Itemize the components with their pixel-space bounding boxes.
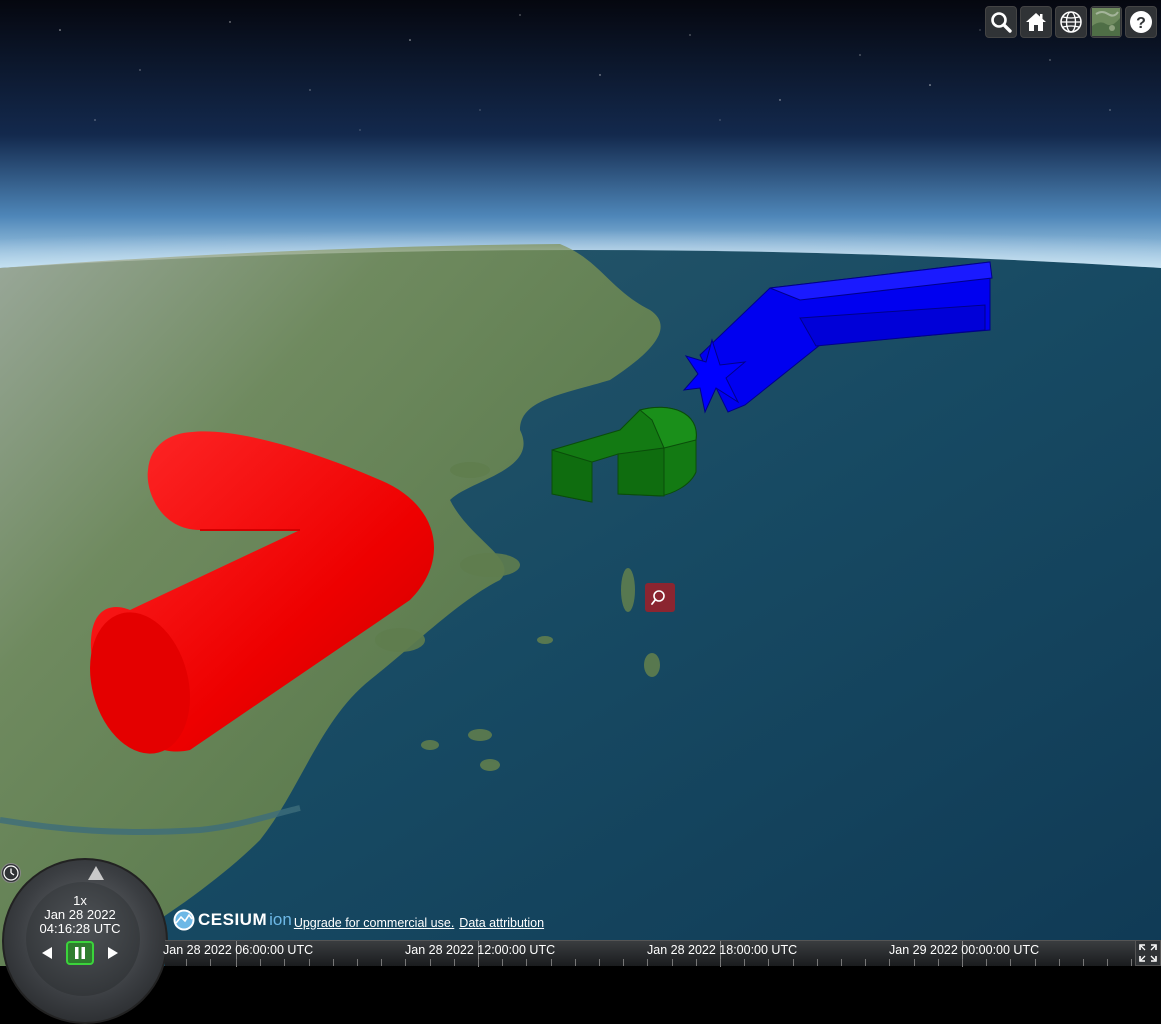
play-forward-button[interactable] <box>100 942 126 964</box>
timeline-minor-tick <box>720 959 721 966</box>
speed-knob[interactable] <box>88 866 104 880</box>
timeline-minor-tick <box>599 959 600 966</box>
base-layer-picker-button[interactable] <box>1090 6 1122 38</box>
timeline-minor-tick <box>357 959 358 966</box>
timeline-minor-tick <box>841 959 842 966</box>
timeline-label: Jan 28 2022 18:00:00 UTC <box>647 943 798 957</box>
timeline-minor-tick <box>1010 959 1012 966</box>
scene-mode-button[interactable] <box>1055 6 1087 38</box>
svg-text:?: ? <box>1136 15 1146 32</box>
cesium-viewer[interactable]: ? 1x Jan 28 2022 04:16:28 UTC CESIUM ion… <box>0 0 1161 1024</box>
animation-date: Jan 28 2022 <box>44 907 116 922</box>
timeline-minor-tick <box>429 959 431 966</box>
credits-bar: CESIUM ion Upgrade for commercial use. D… <box>172 908 544 932</box>
home-icon <box>1026 13 1046 31</box>
timeline-minor-tick <box>1034 959 1036 966</box>
timeline-minor-tick <box>768 959 770 966</box>
upgrade-link[interactable]: Upgrade for commercial use. <box>294 916 454 932</box>
timeline-minor-tick <box>695 959 697 966</box>
search-result-marker[interactable] <box>645 583 675 612</box>
timeline-minor-tick <box>744 959 746 966</box>
timeline-minor-tick <box>1107 959 1109 966</box>
timeline-minor-tick <box>381 959 383 966</box>
timeline-label: Jan 28 2022 12:00:00 UTC <box>405 943 556 957</box>
animation-speed: 1x <box>73 893 87 908</box>
timeline-minor-tick <box>1131 959 1133 966</box>
timeline-minor-tick <box>526 959 528 966</box>
fullscreen-icon <box>1139 944 1157 962</box>
imagery-thumbnail-icon <box>1092 8 1120 36</box>
timeline-minor-tick <box>405 959 407 966</box>
timeline-minor-tick <box>502 959 504 966</box>
animation-widget: 1x Jan 28 2022 04:16:28 UTC <box>0 858 170 1024</box>
timeline-minor-tick <box>865 959 867 966</box>
timeline-minor-tick <box>1083 959 1084 966</box>
timeline-minor-tick <box>478 959 479 966</box>
timeline-minor-tick <box>574 959 576 966</box>
timeline-minor-tick <box>986 959 988 966</box>
timeline-minor-tick <box>185 959 187 966</box>
timeline-minor-tick <box>792 959 794 966</box>
timeline-minor-tick <box>889 959 891 966</box>
timeline-minor-tick <box>671 959 673 966</box>
home-button[interactable] <box>1020 6 1052 38</box>
globe-icon <box>1060 11 1082 33</box>
play-reverse-button[interactable] <box>34 942 60 964</box>
question-icon: ? <box>1130 11 1152 33</box>
timeline-label: Jan 28 2022 06:00:00 UTC <box>163 943 314 957</box>
timeline-minor-tick <box>260 959 262 966</box>
cesium-logo-text: CESIUM <box>198 910 268 929</box>
geocoder-search-button[interactable] <box>985 6 1017 38</box>
help-button[interactable]: ? <box>1125 6 1157 38</box>
timeline-label: Jan 29 2022 00:00:00 UTC <box>889 943 1040 957</box>
cesium-ion-logo[interactable]: CESIUM ion <box>172 908 292 932</box>
cesium-toolbar: ? <box>985 6 1157 38</box>
magnifier-icon <box>651 589 665 605</box>
timeline-minor-tick <box>209 959 211 966</box>
timeline-minor-tick <box>647 959 649 966</box>
timeline-minor-tick <box>332 959 334 966</box>
timeline-minor-tick <box>550 959 552 966</box>
fullscreen-button[interactable] <box>1135 940 1161 966</box>
pause-button[interactable] <box>66 941 94 965</box>
play-reverse-icon <box>42 947 52 959</box>
pause-icon <box>75 947 85 959</box>
globe-scene[interactable] <box>0 0 1161 966</box>
timeline-minor-tick <box>913 959 915 966</box>
timeline-minor-tick <box>453 959 455 966</box>
timeline-minor-tick <box>937 959 939 966</box>
timeline-minor-tick <box>962 959 963 966</box>
play-forward-icon <box>108 947 118 959</box>
data-attribution-link[interactable]: Data attribution <box>459 916 544 932</box>
timeline-minor-tick <box>1058 959 1060 966</box>
timeline-minor-tick <box>236 959 237 966</box>
timeline-minor-tick <box>623 959 625 966</box>
timeline-minor-tick <box>816 959 818 966</box>
animation-time: 04:16:28 UTC <box>39 921 121 936</box>
cesium-logo-icon <box>173 909 195 931</box>
timeline-minor-tick <box>284 959 286 966</box>
timeline[interactable]: Jan 28 2022 06:00:00 UTC Jan 28 2022 12:… <box>163 940 1135 967</box>
search-icon <box>991 12 1012 33</box>
timeline-minor-tick <box>308 959 310 966</box>
ion-logo-text: ion <box>269 910 292 929</box>
